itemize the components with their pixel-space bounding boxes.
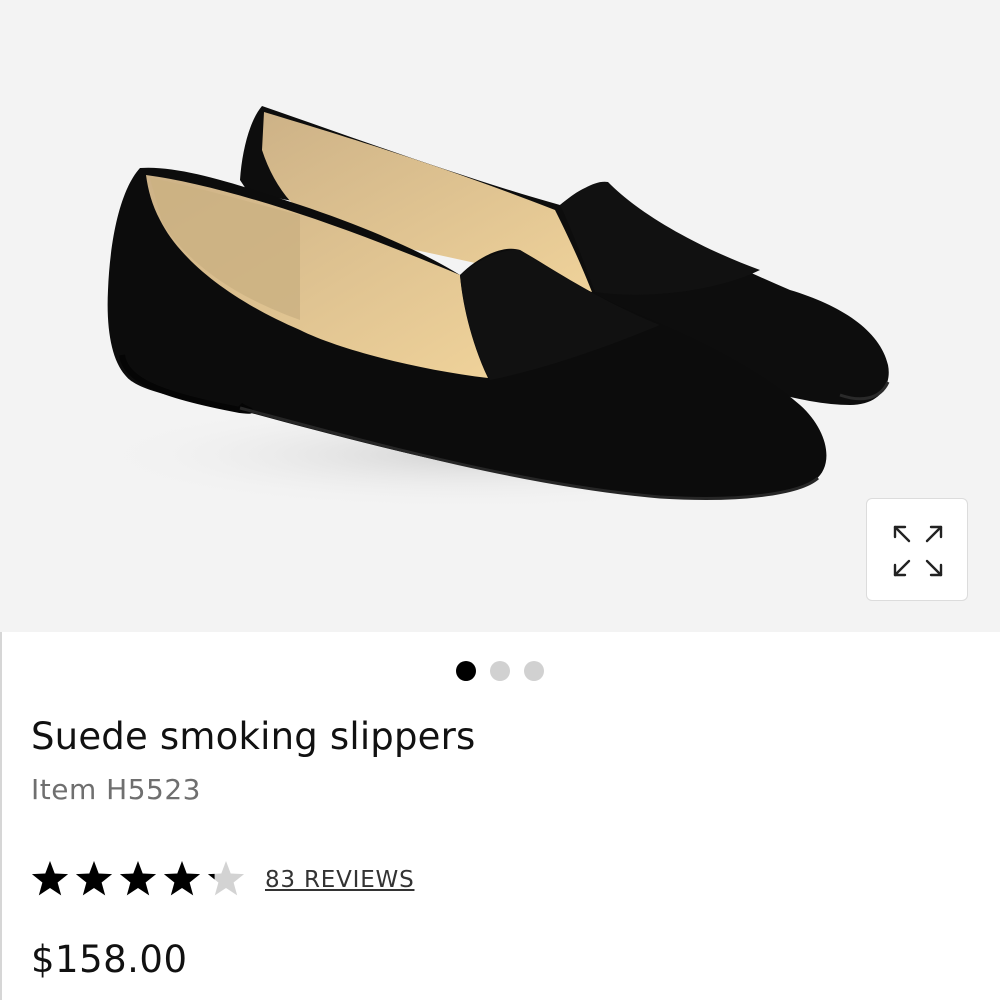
image-carousel-dots — [456, 661, 544, 681]
expand-image-button[interactable] — [866, 498, 968, 601]
star-icon-4 — [163, 861, 201, 896]
product-title: Suede smoking slippers — [31, 715, 476, 758]
item-number: Item H5523 — [31, 773, 201, 806]
star-icon-1 — [31, 861, 69, 896]
star-icon-2 — [75, 861, 113, 896]
product-price: $158.00 — [31, 938, 188, 981]
expand-arrows-icon — [893, 525, 943, 577]
carousel-dot-2[interactable] — [490, 661, 510, 681]
star-icon-3 — [119, 861, 157, 896]
reviews-link[interactable]: 83 REVIEWS — [265, 864, 414, 896]
carousel-dot-1[interactable] — [456, 661, 476, 681]
product-image — [90, 106, 890, 510]
rating-stars[interactable] — [31, 858, 247, 902]
product-image-area[interactable] — [0, 0, 1000, 632]
carousel-dot-3[interactable] — [524, 661, 544, 681]
